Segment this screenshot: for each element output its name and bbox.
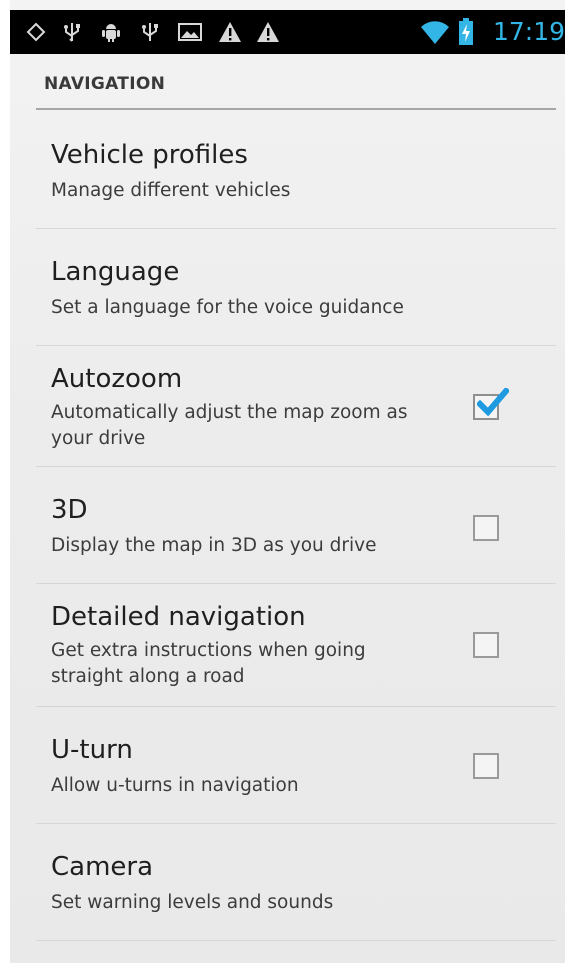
pref-autozoom[interactable]: Autozoom Automatically adjust the map zo… (10, 346, 565, 466)
pref-summary: Get extra instructions when going straig… (51, 640, 366, 687)
section-header: NAVIGATION (36, 70, 556, 110)
gps-icon (24, 10, 48, 54)
list-divider (36, 940, 556, 941)
status-time: 17:19 (492, 17, 565, 46)
section-title: NAVIGATION (44, 74, 166, 94)
wifi-icon (418, 10, 452, 54)
pref-title: Detailed navigation (51, 602, 306, 632)
pref-summary: Set warning levels and sounds (51, 892, 334, 913)
usb-icon (60, 10, 84, 54)
3d-checkbox[interactable] (473, 515, 499, 541)
pref-detailed-navigation[interactable]: Detailed navigation Get extra instructio… (10, 584, 565, 706)
pref-summary: Set a language for the voice guidance (51, 297, 404, 318)
pref-title: U-turn (51, 735, 133, 765)
pref-camera[interactable]: Camera Set warning levels and sounds (10, 824, 565, 940)
image-icon (176, 10, 204, 54)
section-divider (36, 108, 556, 110)
pref-title: Language (51, 257, 180, 287)
autozoom-checkbox[interactable] (473, 388, 509, 420)
status-bar: 17:19 (10, 10, 565, 54)
pref-summary: Display the map in 3D as you drive (51, 535, 377, 556)
usb-icon (138, 10, 162, 54)
battery-charging-icon (456, 10, 476, 54)
pref-title: 3D (51, 495, 88, 525)
settings-screen: 17:19 NAVIGATION Vehicle profiles Manage… (10, 0, 565, 963)
pref-summary: Automatically adjust the map zoom as you… (51, 402, 408, 449)
pref-title: Camera (51, 852, 154, 882)
check-icon (477, 388, 509, 417)
pref-language[interactable]: Language Set a language for the voice gu… (10, 229, 565, 345)
warning-icon (254, 10, 282, 54)
pref-3d[interactable]: 3D Display the map in 3D as you drive (10, 467, 565, 583)
u-turn-checkbox[interactable] (473, 753, 499, 779)
pref-vehicle-profiles[interactable]: Vehicle profiles Manage different vehicl… (10, 112, 565, 228)
pref-u-turn[interactable]: U-turn Allow u-turns in navigation (10, 707, 565, 823)
pref-summary: Allow u-turns in navigation (51, 775, 299, 796)
warning-icon (216, 10, 244, 54)
detailed-navigation-checkbox[interactable] (473, 632, 499, 658)
pref-summary: Manage different vehicles (51, 180, 291, 201)
pref-title: Autozoom (51, 364, 183, 394)
android-debug-icon (98, 10, 124, 54)
pref-title: Vehicle profiles (51, 140, 248, 170)
